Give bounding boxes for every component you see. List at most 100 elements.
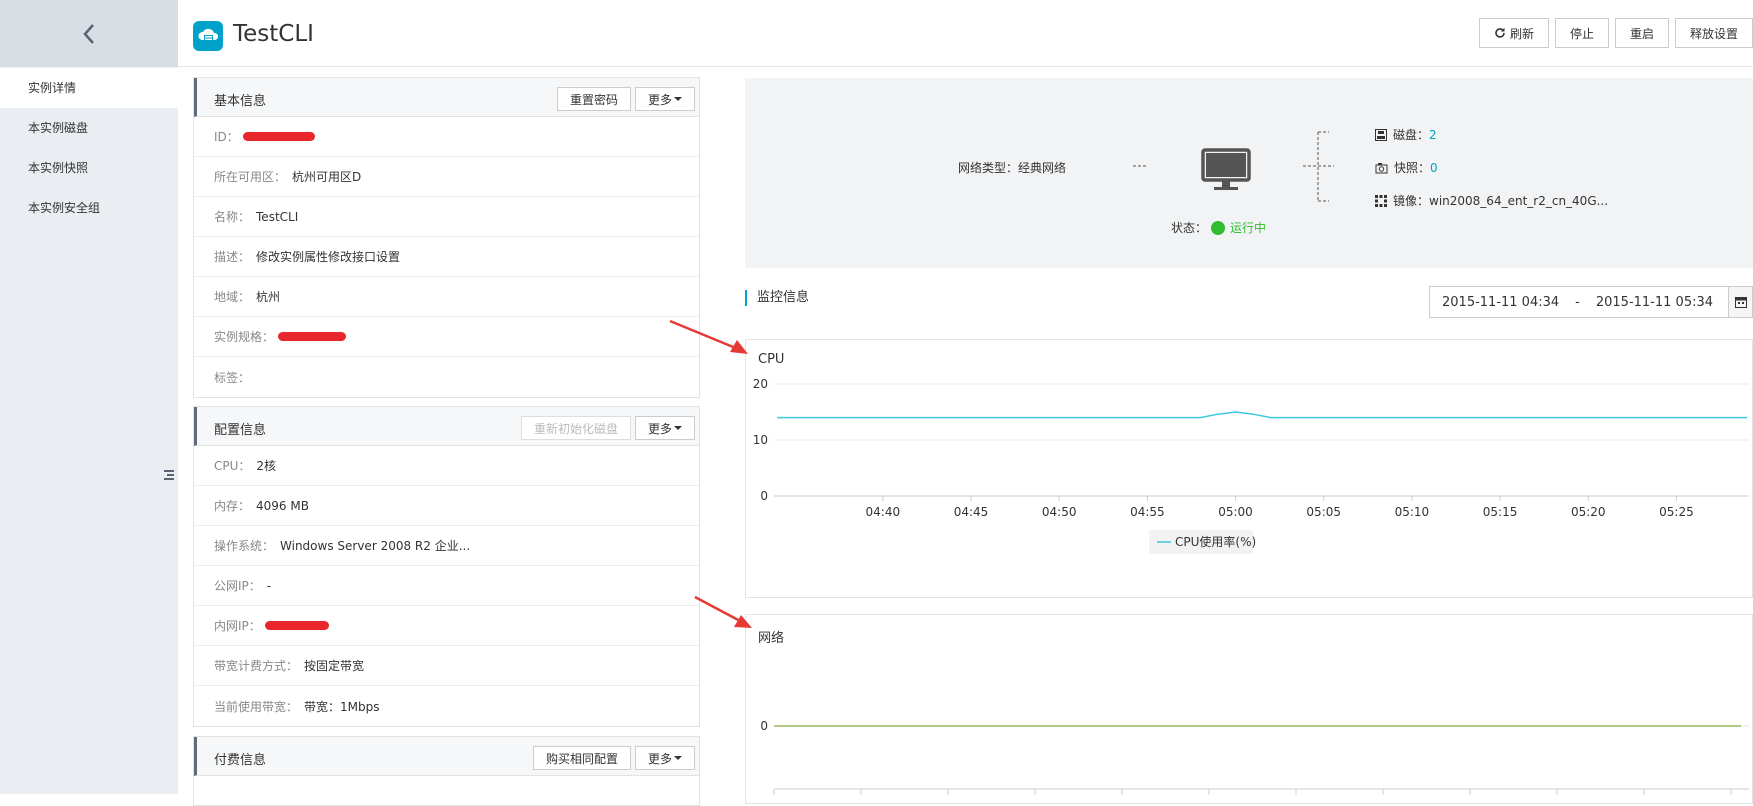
sidebar-collapse-handle[interactable] xyxy=(160,455,178,495)
calendar-button[interactable] xyxy=(1728,287,1752,317)
cpu-series-line xyxy=(777,411,1747,419)
cpu-chart: 0 10 20 04:40 04:45 04:50 04:55 05:00 05:05 05:10… xyxy=(753,377,1749,554)
disk-value: 2 xyxy=(1429,127,1437,142)
redaction-mark xyxy=(264,621,329,630)
cpu-chart-panel: CPU 0 10 20 04:40 04:45 04:50 04:55 05:00 05:05 0… xyxy=(745,339,1753,598)
config-more-button[interactable]: 更多 xyxy=(634,416,695,440)
pay-more-button[interactable]: 更多 xyxy=(634,746,695,770)
x-tick-label: 05:15 xyxy=(1483,505,1518,519)
legend-label: CPU使用率(%) xyxy=(1175,534,1256,549)
pay-info-header: 付费信息 购买相同配置 更多 xyxy=(194,737,699,776)
image-info: 镜像： win2008_64_ent_r2_cn_40G... xyxy=(1375,192,1608,209)
row-value: Windows Server 2008 R2 企业... xyxy=(280,539,471,553)
row-value: TestCLI xyxy=(256,209,299,224)
row-label: 公网IP： xyxy=(214,579,261,593)
row-label: 名称： xyxy=(214,210,251,224)
row-value: - xyxy=(266,578,272,593)
caret-down-icon xyxy=(674,426,682,430)
config-row-billing: 带宽计费方式： 按固定带宽 xyxy=(194,646,699,686)
basic-info-panel: 基本信息 重置密码 更多 ID： 所在可用区： 杭州可用区D 名称： TestC… xyxy=(193,77,700,398)
x-tick-label: 04:50 xyxy=(1042,505,1077,519)
disk-icon xyxy=(1375,128,1387,141)
row-value: 按固定带宽 xyxy=(304,659,365,673)
disk-count: 磁盘： 2 xyxy=(1375,126,1437,143)
config-row-cpu: CPU： 2核 xyxy=(194,446,699,486)
image-icon xyxy=(1375,194,1387,207)
pay-info-panel: 付费信息 购买相同配置 更多 xyxy=(193,736,700,806)
caret-down-icon xyxy=(674,97,682,101)
calendar-icon xyxy=(1734,297,1747,308)
y-tick-label: 20 xyxy=(753,377,768,391)
stop-button[interactable]: 停止 xyxy=(1554,18,1609,48)
config-row-os: 操作系统： Windows Server 2008 R2 企业... xyxy=(194,526,699,566)
row-label: 标签： xyxy=(214,370,251,385)
sidebar-item-snapshots[interactable]: 本实例快照 xyxy=(0,148,178,188)
config-more-label: 更多 xyxy=(647,421,672,436)
basic-info-header: 基本信息 重置密码 更多 xyxy=(194,78,699,117)
annotation-arrow-network xyxy=(694,595,752,628)
buy-same-config-button[interactable]: 购买相同配置 xyxy=(532,746,631,770)
x-tick-label: 05:20 xyxy=(1571,505,1606,519)
snapshot-value: 0 xyxy=(1430,160,1438,175)
info-row-zone: 所在可用区： 杭州可用区D xyxy=(194,157,699,197)
info-row-region: 地域： 杭州 xyxy=(194,277,699,317)
collapse-icon xyxy=(164,470,174,480)
info-row-id: ID： xyxy=(194,117,699,157)
config-info-panel: 配置信息 重新初始化磁盘 更多 CPU： 2核 内存： 4096 MB 操作系统… xyxy=(193,406,700,727)
basic-more-label: 更多 xyxy=(647,92,672,107)
sidebar-item-security-group[interactable]: 本实例安全组 xyxy=(0,188,178,228)
row-value: 带宽：1Mbps xyxy=(304,699,380,714)
row-label: 操作系统： xyxy=(214,539,275,553)
network-chart: 0 xyxy=(760,719,1749,795)
page-header: TestCLI 刷新 停止 重启 释放设置 xyxy=(178,0,1753,67)
reset-password-button[interactable]: 重置密码 xyxy=(556,87,631,111)
y-tick-label: 10 xyxy=(753,433,768,447)
release-settings-button[interactable]: 释放设置 xyxy=(1674,18,1753,48)
image-label: 镜像： xyxy=(1393,194,1430,208)
sidebar: 实例详情 本实例磁盘 本实例快照 本实例安全组 xyxy=(0,0,178,794)
cloud-server-icon xyxy=(193,21,223,51)
x-tick-label: 05:25 xyxy=(1659,505,1694,519)
row-label: 描述： xyxy=(214,250,251,264)
row-label: 带宽计费方式： xyxy=(214,659,299,673)
refresh-button[interactable]: 刷新 xyxy=(1478,18,1549,48)
status-dot-icon xyxy=(1211,220,1226,235)
config-row-public-ip: 公网IP： - xyxy=(194,566,699,606)
reinit-disk-button[interactable]: 重新初始化磁盘 xyxy=(520,416,631,440)
x-tick-label: 04:40 xyxy=(866,505,901,519)
row-value: 4096 MB xyxy=(256,498,309,513)
sidebar-item-disks[interactable]: 本实例磁盘 xyxy=(0,108,178,148)
date-range-picker[interactable]: 2015-11-11 04:34 - 2015-11-11 05:34 xyxy=(1429,286,1753,318)
y-tick-label: 0 xyxy=(760,489,768,503)
date-separator: - xyxy=(1575,294,1580,310)
x-tick-label: 05:10 xyxy=(1395,505,1430,519)
config-info-header: 配置信息 重新初始化磁盘 更多 xyxy=(194,407,699,446)
row-label: 内存： xyxy=(214,499,251,513)
info-row-name: 名称： TestCLI xyxy=(194,197,699,237)
sidebar-nav: 实例详情 本实例磁盘 本实例快照 本实例安全组 xyxy=(0,68,178,228)
instance-topology: 网络类型：经典网络 状态： 运行中 磁盘： 2 快照： 0 镜像： win200… xyxy=(745,78,1753,268)
disk-label: 磁盘： xyxy=(1393,128,1430,142)
info-row-description: 描述： 修改实例属性修改接口设置 xyxy=(194,237,699,277)
x-tick-label: 05:05 xyxy=(1306,505,1341,519)
status-value: 运行中 xyxy=(1230,221,1267,235)
config-row-private-ip: 内网IP： xyxy=(194,606,699,646)
cpu-legend: CPU使用率(%) xyxy=(1149,530,1256,554)
back-button[interactable] xyxy=(0,0,178,67)
network-chart-panel: 网络 0 xyxy=(745,614,1753,804)
monitor-icon xyxy=(1201,148,1251,190)
basic-info-title: 基本信息 xyxy=(214,94,267,109)
basic-more-button[interactable]: 更多 xyxy=(634,87,695,111)
x-tick-label: 04:45 xyxy=(954,505,989,519)
status-label: 状态： xyxy=(1171,221,1208,235)
row-label: ID： xyxy=(214,130,239,144)
snapshot-icon xyxy=(1375,162,1388,173)
row-label: 当前使用带宽： xyxy=(214,699,299,714)
redaction-mark xyxy=(242,132,315,141)
restart-button[interactable]: 重启 xyxy=(1614,18,1669,48)
chevron-left-icon xyxy=(83,23,94,44)
row-label: CPU： xyxy=(214,459,251,473)
sidebar-item-instance-detail[interactable]: 实例详情 xyxy=(0,68,178,108)
date-from: 2015-11-11 04:34 xyxy=(1442,294,1560,310)
row-label: 实例规格： xyxy=(214,330,275,344)
